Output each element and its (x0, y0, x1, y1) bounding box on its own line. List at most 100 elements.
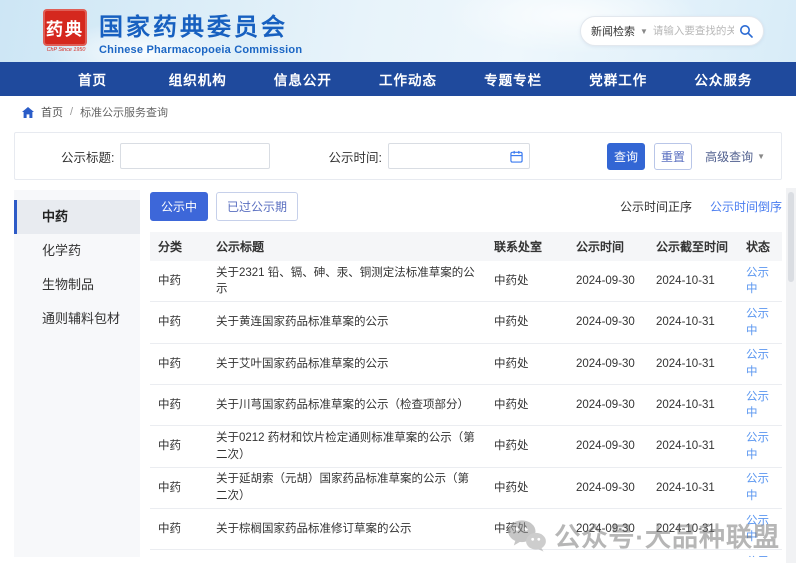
filter-time-input[interactable] (387, 143, 530, 169)
row-deadline-date: 2024-10-31 (648, 467, 738, 510)
row-office: 中药处 (486, 467, 568, 510)
row-publish-date: 2024-09-30 (568, 425, 648, 468)
scrollbar-thumb[interactable] (788, 192, 794, 282)
site-titles: 国家药典委员会 Chinese Pharmacopoeia Commission (99, 7, 302, 56)
row-publish-date: 2024-09-30 (568, 384, 648, 427)
search-category-dropdown[interactable]: 新闻检索 (591, 23, 635, 39)
table-row: 中药 关于黄连国家药品标准草案的公示 中药处 2024-09-30 2024-1… (150, 301, 782, 344)
row-publish-date: 2024-09-30 (568, 261, 648, 303)
breadcrumb-separator: / (70, 106, 74, 118)
sidebar-item[interactable]: 通则辅料包材 (14, 302, 140, 336)
chevron-down-icon[interactable]: ▼ (640, 27, 648, 36)
breadcrumb-home-link[interactable]: 首页 (41, 104, 63, 120)
nav-item[interactable]: 党群工作 (566, 69, 671, 89)
row-title-link[interactable]: 关于黄连国家药品标准草案的公示 (216, 316, 389, 328)
sort-time-descending[interactable]: 公示时间倒序 (710, 198, 782, 215)
row-title-link[interactable]: 关于川芎国家药品标准草案的公示（检查项部分） (216, 399, 469, 411)
row-status-link[interactable]: 公示中 (746, 391, 769, 420)
logo-seal: 药典 ChP Since 1950 (43, 9, 89, 53)
nav-item[interactable]: 组织机构 (145, 69, 250, 89)
table-column-header: 联系处室 (486, 232, 568, 261)
table-row: 中药 关于棕榈国家药品标准修订草案的公示 中药处 2024-09-30 2024… (150, 508, 782, 551)
search-input[interactable] (652, 25, 734, 37)
calendar-icon[interactable] (510, 150, 523, 163)
nav-item[interactable]: 工作动态 (355, 69, 460, 89)
tab-in-publicity[interactable]: 公示中 (150, 192, 209, 221)
row-status-link[interactable]: 公示中 (746, 432, 769, 461)
nav-item[interactable]: 信息公开 (250, 69, 355, 89)
sidebar-item[interactable]: 化学药 (14, 234, 140, 268)
row-status-link[interactable]: 公示中 (746, 515, 769, 544)
table-row: 中药 关于古汉养生精颗粒国家药品标准草案的公示 中药处 2024-09-30 2… (150, 549, 782, 557)
row-title-link[interactable]: 关于延胡索（元胡）国家药品标准草案的公示（第二次） (216, 473, 469, 502)
table-row: 中药 关于0212 药材和饮片检定通则标准草案的公示（第二次） 中药处 2024… (150, 425, 782, 468)
row-status-link[interactable]: 公示中 (746, 267, 769, 296)
search-icon[interactable] (739, 24, 753, 38)
row-title-link[interactable]: 关于棕榈国家药品标准修订草案的公示 (216, 523, 412, 535)
query-button[interactable]: 查询 (607, 142, 646, 170)
row-deadline-date: 2024-10-31 (648, 549, 738, 557)
reset-button[interactable]: 重置 (654, 142, 693, 170)
site-header: 药典 ChP Since 1950 国家药典委员会 Chinese Pharma… (0, 0, 796, 62)
row-office: 中药处 (486, 508, 568, 551)
sidebar-item-label: 化学药 (42, 243, 82, 258)
row-title-link[interactable]: 关于艾叶国家药品标准草案的公示 (216, 358, 389, 370)
row-status-link[interactable]: 公示中 (746, 308, 769, 337)
row-status-link[interactable]: 公示中 (746, 349, 769, 378)
row-status-link[interactable]: 公示中 (746, 473, 769, 502)
row-status-link[interactable]: 公示中 (746, 556, 769, 557)
filter-time-label: 公示时间: (328, 150, 382, 165)
filter-actions: 查询 重置 高级查询 ▼ (607, 142, 765, 170)
logo-tagline: ChP Since 1950 (46, 47, 86, 53)
row-publish-date: 2024-09-30 (568, 301, 648, 344)
row-deadline-date: 2024-10-31 (648, 384, 738, 427)
table-column-header: 分类 (150, 232, 208, 261)
row-publish-date: 2024-09-30 (568, 343, 648, 386)
tab-expired[interactable]: 已过公示期 (216, 192, 299, 221)
row-office: 中药处 (486, 301, 568, 344)
sort-links: 公示时间正序 公示时间倒序 (620, 198, 782, 215)
chevron-down-icon: ▼ (757, 151, 765, 161)
site-subtitle: Chinese Pharmacopoeia Commission (99, 43, 303, 56)
breadcrumb-current: 标准公示服务查询 (80, 107, 169, 119)
sidebar-item[interactable]: 生物制品 (14, 268, 140, 302)
row-title-link[interactable]: 关于2321 铅、镉、砷、汞、铜测定法标准草案的公示 (216, 267, 475, 296)
nav-item[interactable]: 首页 (40, 69, 145, 89)
sidebar-item-label: 中药 (42, 209, 69, 224)
scrollbar[interactable] (786, 188, 796, 563)
sort-time-ascending[interactable]: 公示时间正序 (620, 198, 692, 215)
table-body: 中药 关于2321 铅、镉、砷、汞、铜测定法标准草案的公示 中药处 2024-0… (150, 261, 782, 557)
filter-title-input[interactable] (120, 143, 271, 169)
site-title: 国家药典委员会 (99, 13, 288, 41)
row-category: 中药 (150, 301, 208, 344)
filter-time-field (387, 143, 530, 169)
row-publish-date: 2024-09-30 (568, 549, 648, 557)
filter-title-label: 公示标题: (61, 150, 115, 165)
row-publish-date: 2024-09-30 (568, 467, 648, 510)
category-sidebar: 中药 化学药 生物制品 通则辅料包材 (14, 190, 140, 557)
row-category: 中药 (150, 261, 208, 303)
row-category: 中药 (150, 425, 208, 468)
filter-panel: 公示标题: 公示时间: 查询 重置 高级查询 ▼ (14, 132, 782, 180)
row-office: 中药处 (486, 384, 568, 427)
row-office: 中药处 (486, 549, 568, 557)
table-column-header: 公示时间 (568, 232, 648, 261)
row-publish-date: 2024-09-30 (568, 508, 648, 551)
advanced-query-button[interactable]: 高级查询 ▼ (705, 148, 765, 165)
row-title-link[interactable]: 关于0212 药材和饮片检定通则标准草案的公示（第二次） (216, 432, 475, 461)
row-deadline-date: 2024-10-31 (648, 508, 738, 551)
nav-item[interactable]: 公众服务 (671, 69, 776, 89)
home-icon[interactable] (22, 106, 34, 118)
sidebar-item[interactable]: 中药 (14, 200, 140, 234)
nav-item[interactable]: 专题专栏 (461, 69, 566, 89)
main-nav: 首页 组织机构 信息公开 工作动态 专题专栏 党群工作 公众服务 (0, 62, 796, 96)
list-toolbar: 公示中 已过公示期 公示时间正序 公示时间倒序 (150, 192, 782, 221)
table-column-header: 状态 (738, 232, 782, 261)
row-category: 中药 (150, 384, 208, 427)
advanced-query-label: 高级查询 (705, 149, 754, 164)
sidebar-item-label: 通则辅料包材 (42, 311, 121, 326)
site-logo[interactable]: 药典 ChP Since 1950 国家药典委员会 Chinese Pharma… (43, 7, 302, 56)
row-category: 中药 (150, 343, 208, 386)
page: 药典 ChP Since 1950 国家药典委员会 Chinese Pharma… (0, 0, 796, 563)
sidebar-item-label: 生物制品 (42, 277, 95, 292)
